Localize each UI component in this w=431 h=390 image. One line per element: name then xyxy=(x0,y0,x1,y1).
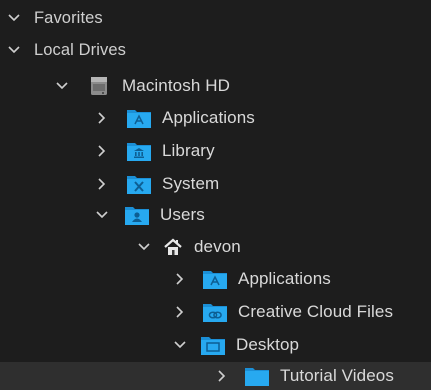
applications-folder-icon xyxy=(126,107,152,129)
chevron-right-icon[interactable] xyxy=(172,271,188,287)
creative-cloud-folder-icon xyxy=(202,301,228,323)
tree-item-users[interactable]: Users xyxy=(0,199,431,231)
chevron-down-icon[interactable] xyxy=(6,10,22,26)
chevron-right-icon[interactable] xyxy=(172,304,188,320)
tree-item-label: Applications xyxy=(238,269,331,288)
tree-item-label: System xyxy=(162,174,220,193)
section-label-favorites: Favorites xyxy=(34,8,103,27)
tree-item-label: Desktop xyxy=(236,335,300,354)
tree-item-label: Applications xyxy=(162,108,255,127)
tree-item-applications[interactable]: Applications xyxy=(0,102,431,134)
tree-item-label: Macintosh HD xyxy=(122,76,230,95)
tree-item-tutorial-videos[interactable]: Tutorial Videos xyxy=(0,362,431,390)
tree-item-macintosh-hd[interactable]: Macintosh HD xyxy=(0,70,431,102)
tree-item-desktop[interactable]: Desktop xyxy=(0,329,431,361)
tree-item-label: Library xyxy=(162,141,215,160)
library-folder-icon xyxy=(126,140,152,162)
chevron-down-icon[interactable] xyxy=(172,337,188,353)
file-browser-tree: Favorites Local Drives Macintosh HD Appl… xyxy=(0,0,431,390)
tree-item-label: Tutorial Videos xyxy=(280,366,394,385)
tree-item-user-applications[interactable]: Applications xyxy=(0,263,431,295)
chevron-down-icon[interactable] xyxy=(94,207,110,223)
tree-item-label: Users xyxy=(160,205,205,224)
tree-item-system[interactable]: System xyxy=(0,168,431,200)
tree-item-creative-cloud-files[interactable]: Creative Cloud Files xyxy=(0,296,431,328)
chevron-right-icon[interactable] xyxy=(214,368,230,384)
chevron-right-icon[interactable] xyxy=(94,143,110,159)
section-label-local-drives: Local Drives xyxy=(34,40,126,59)
folder-icon xyxy=(244,365,270,387)
chevron-down-icon[interactable] xyxy=(54,78,70,94)
users-folder-icon xyxy=(124,204,150,226)
chevron-down-icon[interactable] xyxy=(6,42,22,58)
section-local-drives[interactable]: Local Drives xyxy=(0,34,431,66)
home-icon xyxy=(162,236,184,258)
chevron-down-icon[interactable] xyxy=(136,239,152,255)
tree-item-devon[interactable]: devon xyxy=(0,231,431,263)
desktop-folder-icon xyxy=(200,334,226,356)
tree-item-library[interactable]: Library xyxy=(0,135,431,167)
chevron-right-icon[interactable] xyxy=(94,110,110,126)
tree-item-label: Creative Cloud Files xyxy=(238,302,394,321)
system-folder-icon xyxy=(126,173,152,195)
section-favorites[interactable]: Favorites xyxy=(0,2,431,34)
chevron-right-icon[interactable] xyxy=(94,176,110,192)
hard-drive-icon xyxy=(86,75,112,97)
applications-folder-icon xyxy=(202,268,228,290)
tree-item-label: devon xyxy=(194,237,241,256)
